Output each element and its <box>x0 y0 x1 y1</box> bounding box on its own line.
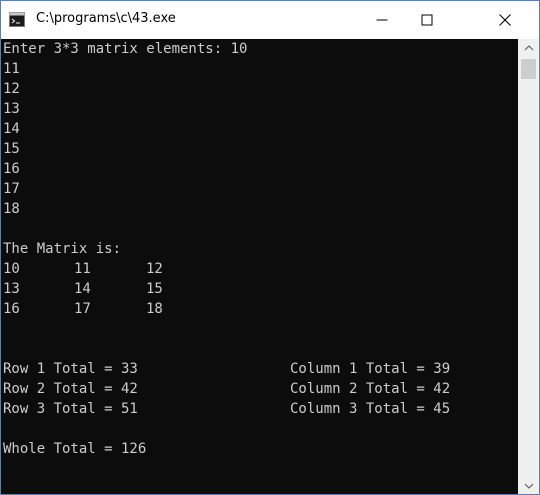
scrollbar-thumb[interactable] <box>521 59 536 79</box>
window-title: C:\programs\c\43.exe <box>36 11 176 26</box>
row-total: Row 3 Total = 51 <box>3 401 138 417</box>
input-line: 18 <box>3 201 20 217</box>
row-total: Row 2 Total = 42 <box>3 381 138 397</box>
matrix-cell: 12 <box>146 261 163 277</box>
input-line: 17 <box>3 181 20 197</box>
column-total: Column 3 Total = 45 <box>290 401 451 417</box>
console-app-icon <box>9 12 25 27</box>
input-line: 11 <box>3 61 20 77</box>
title-bar[interactable]: C:\programs\c\43.exe <box>1 1 539 39</box>
vertical-scrollbar[interactable] <box>518 39 539 494</box>
matrix-cell: 15 <box>146 281 163 297</box>
prompt-line: Enter 3*3 matrix elements: 10 <box>3 41 248 57</box>
input-line: 12 <box>3 81 20 97</box>
maximize-icon <box>421 14 432 26</box>
column-total: Column 2 Total = 42 <box>290 381 451 397</box>
matrix-cell: 17 <box>74 301 91 317</box>
whole-total: Whole Total = 126 <box>3 441 147 457</box>
matrix-heading: The Matrix is: <box>3 241 122 257</box>
console-output[interactable]: Enter 3*3 matrix elements: 10 11 12 13 1… <box>1 39 518 494</box>
minimize-icon <box>376 19 387 21</box>
matrix-cell: 10 <box>3 261 20 277</box>
maximize-button[interactable] <box>404 1 449 39</box>
console-window: C:\programs\c\43.exe Enter 3*3 matrix el… <box>0 0 540 495</box>
row-total: Row 1 Total = 33 <box>3 361 138 377</box>
minimize-button[interactable] <box>359 1 404 39</box>
scroll-up-button[interactable] <box>518 39 539 56</box>
input-line: 13 <box>3 101 20 117</box>
column-total: Column 1 Total = 39 <box>290 361 451 377</box>
matrix-cell: 16 <box>3 301 20 317</box>
matrix-cell: 13 <box>3 281 20 297</box>
input-line: 15 <box>3 141 20 157</box>
chevron-up-icon <box>524 45 533 50</box>
close-icon <box>499 14 511 26</box>
close-button[interactable] <box>471 1 539 39</box>
input-line: 14 <box>3 121 20 137</box>
chevron-down-icon <box>524 483 533 488</box>
matrix-cell: 11 <box>74 261 91 277</box>
scroll-down-button[interactable] <box>518 477 539 494</box>
matrix-cell: 18 <box>146 301 163 317</box>
matrix-cell: 14 <box>74 281 91 297</box>
input-line: 16 <box>3 161 20 177</box>
